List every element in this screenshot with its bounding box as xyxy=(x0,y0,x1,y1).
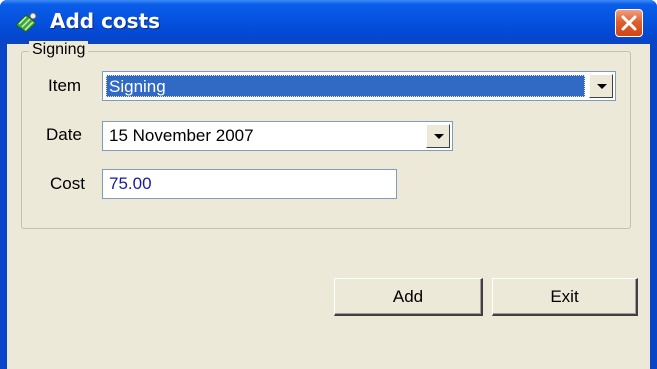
group-title: Signing xyxy=(29,41,89,59)
date-value: 15 November 2007 xyxy=(109,126,254,145)
window-title: Add costs xyxy=(50,9,161,33)
date-dropdown-button[interactable] xyxy=(426,124,450,148)
date-label: Date xyxy=(46,125,82,144)
item-selected-value: Signing xyxy=(106,75,585,97)
item-select[interactable]: Signing xyxy=(102,71,616,101)
title-bar[interactable]: Add costs xyxy=(0,0,657,44)
close-button[interactable] xyxy=(615,9,643,37)
item-dropdown-button[interactable] xyxy=(589,74,613,98)
add-costs-window: Add costs Signing Item Signing Date 15 N… xyxy=(0,0,657,369)
exit-button[interactable]: Exit xyxy=(492,278,638,316)
item-label: Item xyxy=(48,76,82,95)
cost-label: Cost xyxy=(50,174,85,193)
date-picker[interactable]: 15 November 2007 xyxy=(102,121,453,151)
cost-value: 75.00 xyxy=(109,174,152,193)
costs-app-icon xyxy=(14,11,38,33)
cost-input[interactable]: 75.00 xyxy=(102,169,397,199)
chevron-down-icon xyxy=(597,84,607,89)
add-button[interactable]: Add xyxy=(334,278,483,316)
chevron-down-icon xyxy=(434,134,444,139)
